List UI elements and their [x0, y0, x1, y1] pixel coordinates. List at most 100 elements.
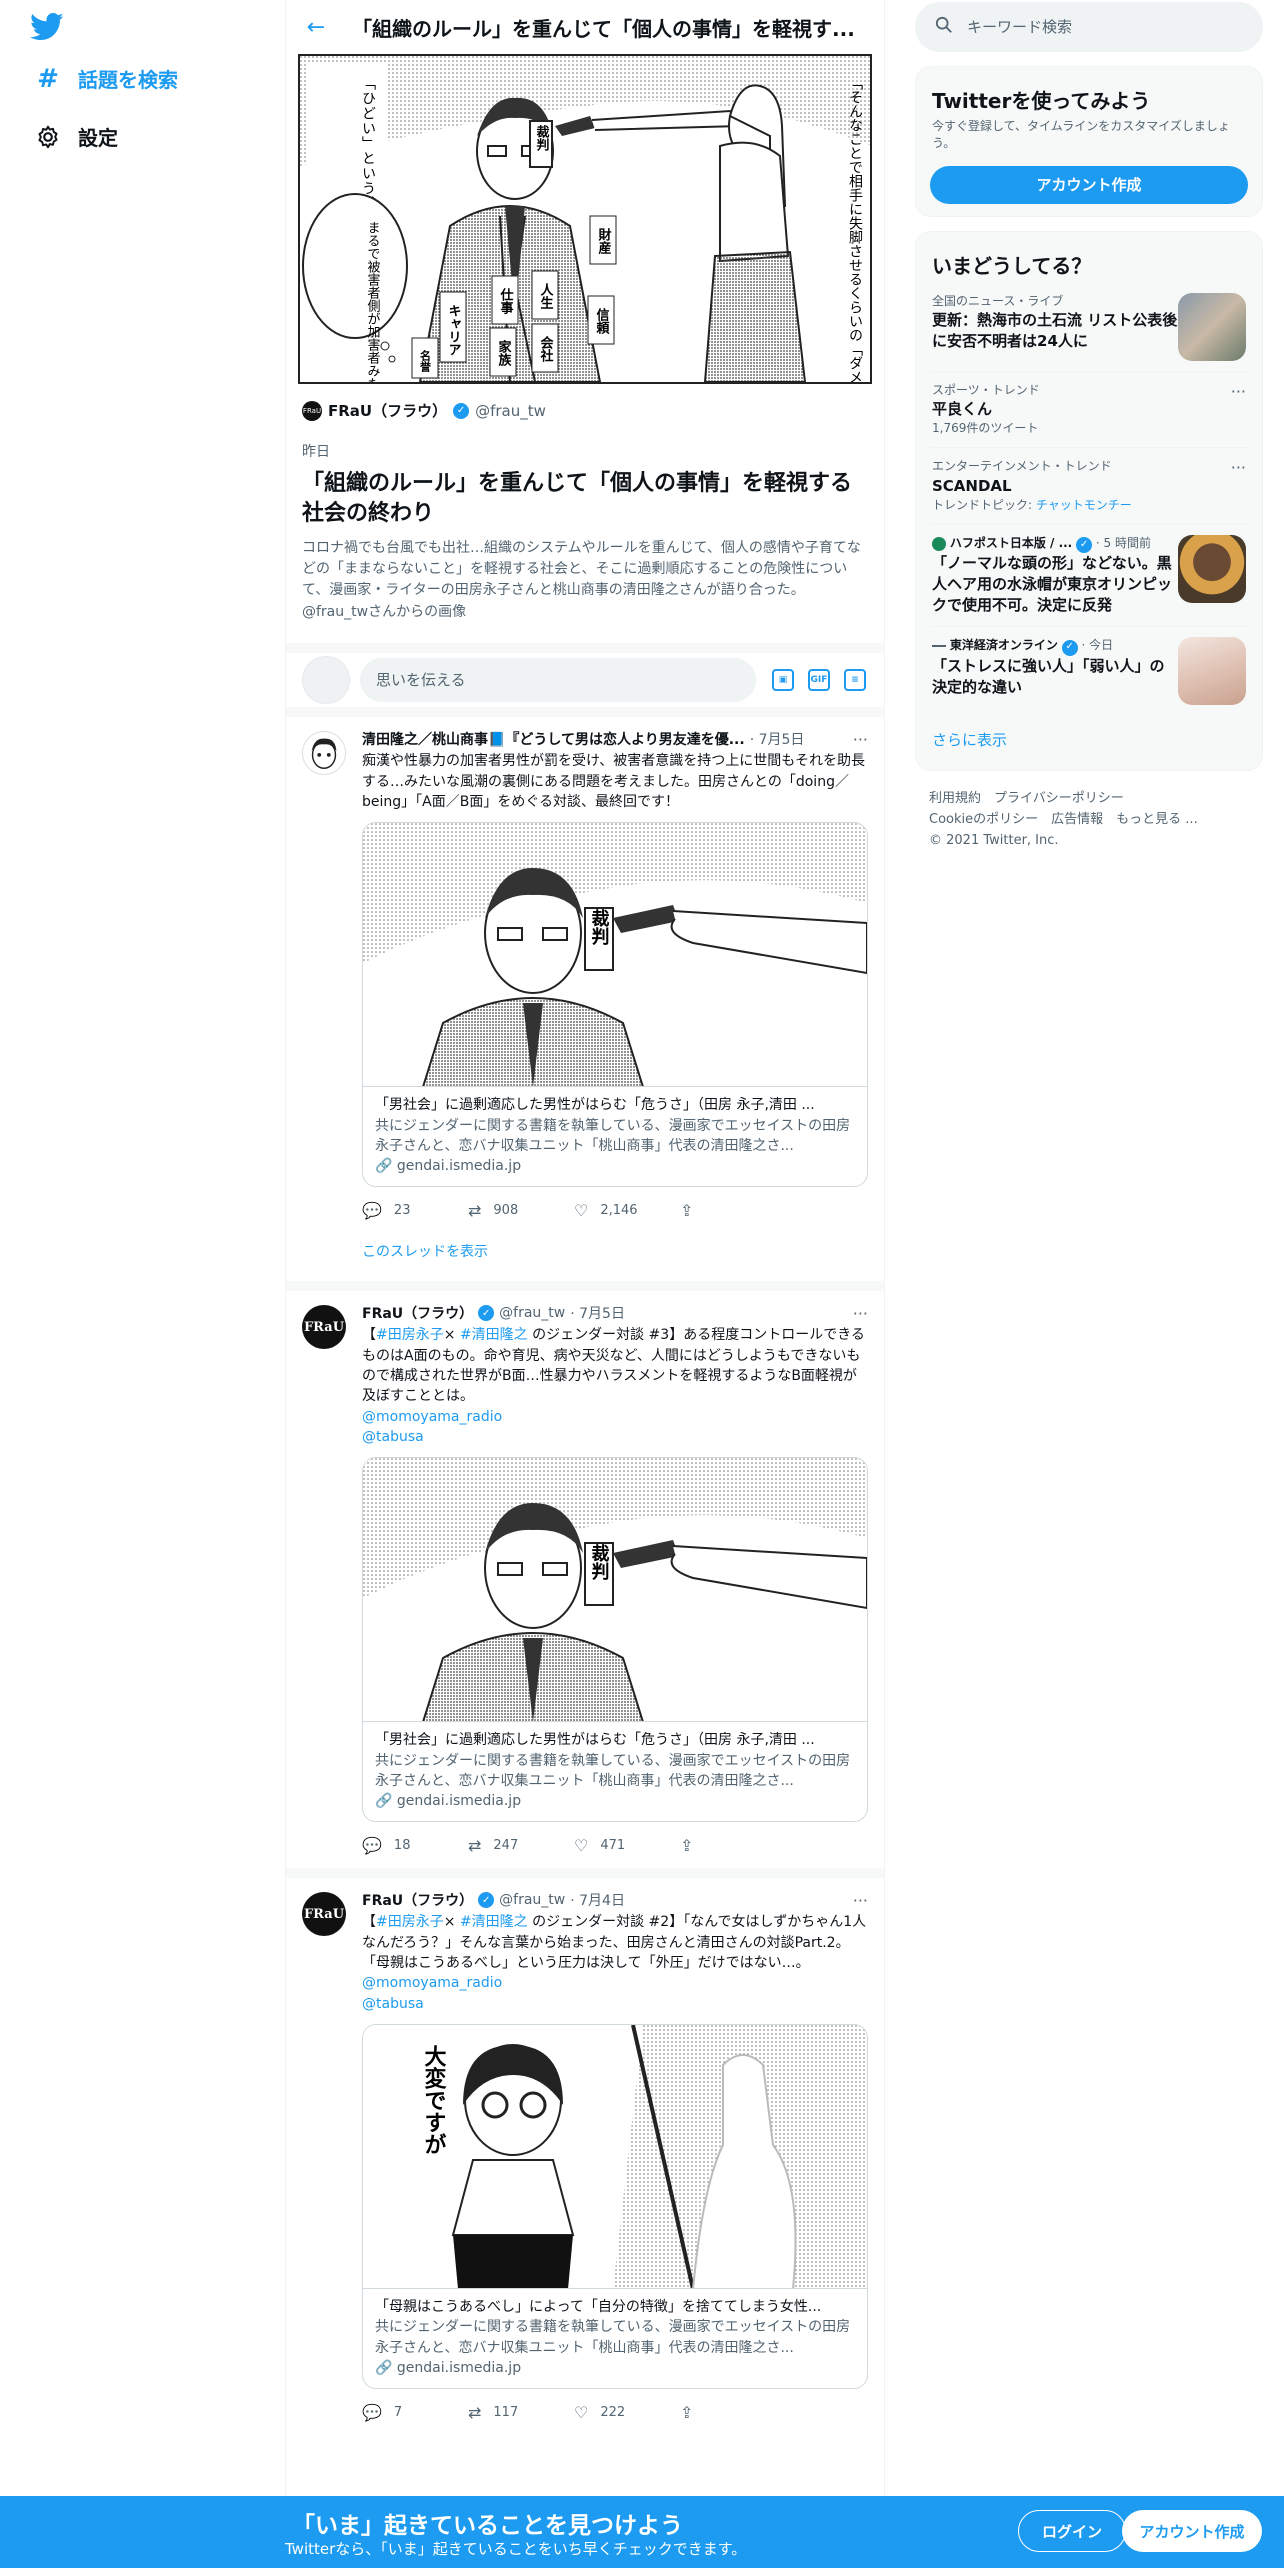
- left-nav: # 話題を検索 設定: [0, 0, 285, 2568]
- tweet-text-mid: ×: [443, 1327, 460, 1344]
- gif-icon[interactable]: GIF: [808, 669, 830, 692]
- card-image-text: 大変ですが: [421, 2045, 447, 2155]
- trend-item[interactable]: エンターテインメント・トレンド SCANDAL トレンドトピック: チャットモン…: [930, 448, 1248, 526]
- signup-button[interactable]: アカウント作成: [1122, 2510, 1262, 2552]
- trend-thumbnail: [1178, 637, 1246, 706]
- login-button[interactable]: ログイン: [1018, 2510, 1126, 2552]
- share-button[interactable]: ⇪: [680, 1201, 786, 1220]
- trend-item[interactable]: 全国のニュース・ライブ 更新：熱海市の土石流 リスト公表後に安否不明者は24人に: [930, 283, 1248, 372]
- hero-sign-text: 裁判: [534, 124, 550, 152]
- nav-explore[interactable]: # 話題を検索: [34, 64, 178, 94]
- link-card[interactable]: 裁判 「男社会」に過剰適応した男性がはらむ「危うさ」（田房 永子,清田 ... …: [362, 1457, 868, 1823]
- tweet[interactable]: FRaU FRaU（フラウ） ✓ @frau_tw · 7月4日 ··· 【#田…: [286, 1878, 884, 2435]
- show-thread-link[interactable]: このスレッドを表示: [362, 1233, 868, 1281]
- link-card[interactable]: 裁判 「男社会」に過剰適応した男性がはらむ「危うさ」（田房 永子,清田 ... …: [362, 822, 868, 1188]
- hero-image[interactable]: 裁判 「ひどい」という感覚があるんだろう 「そんなことで相手に失脚させるくらいの…: [298, 54, 872, 384]
- reply-button[interactable]: 💬 7: [362, 2403, 468, 2422]
- tweet[interactable]: 清田隆之／桃山商事📘『どうして男は恋人より男友達を優... · 7月5日 ···…: [286, 717, 884, 1292]
- retweet-button[interactable]: ⇄ 908: [468, 1201, 574, 1220]
- link-card[interactable]: 大変ですが 「母親はこうあるべし」によって「自分の特徴」を捨ててしまう女性...…: [362, 2023, 868, 2390]
- poll-icon[interactable]: ≡: [844, 669, 866, 692]
- reply-count: 7: [393, 2404, 403, 2420]
- tweet-date[interactable]: · 7月5日: [570, 1303, 625, 1323]
- nav-settings[interactable]: 設定: [34, 122, 118, 151]
- tweet-author[interactable]: FRaU（フラウ）: [362, 1303, 473, 1323]
- retweet-icon: ⇄: [468, 1200, 482, 1220]
- focus-source[interactable]: @frau_twさんからの画像: [286, 601, 884, 637]
- reply-button[interactable]: 💬 18: [362, 1836, 468, 1855]
- link-card-title: 「男社会」に過剰適応した男性がはらむ「危うさ」（田房 永子,清田 ...: [375, 1097, 815, 1114]
- right-sidebar: Twitterを使ってみよう 今すぐ登録して、タイムラインをカスタマイズしましょ…: [915, 0, 1263, 852]
- verified-badge-icon: ✓: [478, 1892, 495, 1909]
- more-icon[interactable]: ···: [1231, 382, 1246, 438]
- footer-more[interactable]: もっと見る ...: [1116, 812, 1198, 827]
- trend-time: · 今日: [1081, 638, 1114, 653]
- trend-item[interactable]: ハフポスト日本版 / ... ✓ · 5 時間前 「ノーマルな頭の形」などない。…: [930, 525, 1248, 628]
- focus-author[interactable]: FRaU FRaU（フラウ） ✓ @frau_tw: [286, 384, 884, 421]
- share-button[interactable]: ⇪: [680, 1836, 786, 1855]
- trend-item[interactable]: 東洋経済オンライン ✓ · 今日 「ストレスに強い人」「弱い人」の決定的な違い: [930, 627, 1248, 715]
- tweet-author[interactable]: 清田隆之／桃山商事📘『どうして男は恋人より男友達を優...: [362, 729, 745, 749]
- arrow-left-icon[interactable]: ←: [298, 15, 334, 40]
- hashtag-link[interactable]: #田房永子: [376, 1327, 444, 1343]
- hashtag-link[interactable]: #清田隆之: [460, 1914, 528, 1930]
- mention-link[interactable]: @tabusa: [362, 1427, 868, 1447]
- like-button[interactable]: ♡ 471: [574, 1836, 680, 1855]
- tweet-author[interactable]: FRaU（フラウ）: [362, 1890, 473, 1910]
- search-input[interactable]: [967, 18, 1227, 36]
- link-icon: 🔗: [375, 1793, 393, 1810]
- like-count: 471: [600, 1837, 626, 1853]
- tweet-date[interactable]: · 7月4日: [570, 1890, 625, 1910]
- more-icon[interactable]: ···: [853, 1304, 868, 1323]
- mention-link[interactable]: @momoyama_radio: [362, 1407, 868, 1427]
- mention-link[interactable]: @momoyama_radio: [362, 1973, 868, 1993]
- avatar[interactable]: FRaU: [302, 1305, 346, 1350]
- footer-terms[interactable]: 利用規約: [929, 791, 981, 806]
- tweet-handle[interactable]: @frau_tw: [499, 1305, 565, 1321]
- retweet-button[interactable]: ⇄ 247: [468, 1836, 574, 1855]
- tweet-date[interactable]: · 7月5日: [750, 729, 805, 749]
- twitter-bird-icon[interactable]: [30, 12, 64, 42]
- focus-date: 昨日: [302, 444, 330, 460]
- reply-button[interactable]: 💬 23: [362, 1201, 468, 1220]
- more-icon[interactable]: ···: [853, 730, 868, 749]
- avatar[interactable]: [302, 731, 346, 776]
- heart-icon: ♡: [574, 2402, 589, 2422]
- show-more-link[interactable]: さらに表示: [930, 715, 1248, 754]
- like-count: 222: [600, 2404, 626, 2420]
- like-button[interactable]: ♡ 222: [574, 2403, 680, 2422]
- share-button[interactable]: ⇪: [680, 2403, 786, 2422]
- footer-ads[interactable]: 広告情報: [1051, 812, 1103, 827]
- compose-input[interactable]: [360, 658, 756, 703]
- search-box[interactable]: [915, 2, 1263, 52]
- more-icon[interactable]: ···: [1231, 458, 1246, 514]
- trend-time: · 5 時間前: [1095, 536, 1151, 551]
- link-icon: 🔗: [375, 1158, 393, 1175]
- link-card-description: 共にジェンダーに関する書籍を執筆している、漫画家でエッセイストの田房永子さんと、…: [375, 1117, 851, 1154]
- avatar[interactable]: FRaU: [302, 400, 322, 421]
- trend-item[interactable]: スポーツ・トレンド 平良くん 1,769件のツイート ···: [930, 372, 1248, 449]
- footer-cookie[interactable]: Cookieのポリシー: [929, 812, 1038, 827]
- link-card-description: 共にジェンダーに関する書籍を執筆している、漫画家でエッセイストの田房永子さんと、…: [375, 1752, 851, 1789]
- retweet-button[interactable]: ⇄ 117: [468, 2403, 574, 2422]
- tweet[interactable]: FRaU FRaU（フラウ） ✓ @frau_tw · 7月5日 ··· 【#田…: [286, 1291, 884, 1879]
- mention-link[interactable]: @tabusa: [362, 1994, 868, 2014]
- image-icon[interactable]: ▣: [772, 669, 794, 692]
- tweet-handle[interactable]: @frau_tw: [499, 1892, 565, 1908]
- more-icon[interactable]: ···: [853, 1891, 868, 1910]
- main-column: ← 「組織のルール」を重んじて「個人の事情」を軽視す... 裁判 「そんなことで…: [285, 0, 885, 2568]
- hashtag-link[interactable]: #清田隆之: [460, 1327, 528, 1343]
- hero-tag-1: 財産: [596, 227, 613, 255]
- footer-privacy[interactable]: プライバシーポリシー: [994, 791, 1124, 806]
- link-card-domain: gendai.ismedia.jp: [396, 2359, 522, 2376]
- hashtag-link[interactable]: #田房永子: [376, 1914, 444, 1930]
- trend-meta: ハフポスト日本版 / ...: [949, 536, 1073, 551]
- page-header: ← 「組織のルール」を重んじて「個人の事情」を軽視す...: [286, 0, 884, 54]
- trend-meta: スポーツ・トレンド: [932, 382, 1040, 397]
- create-account-button[interactable]: アカウント作成: [930, 165, 1248, 204]
- verified-badge-icon: ✓: [478, 1305, 495, 1322]
- avatar[interactable]: FRaU: [302, 1892, 346, 1937]
- like-button[interactable]: ♡ 2,146: [574, 1201, 680, 1220]
- trends-title: いまどうしてる？: [932, 253, 1092, 278]
- trend-topic-link[interactable]: チャットモンチー: [1036, 498, 1132, 512]
